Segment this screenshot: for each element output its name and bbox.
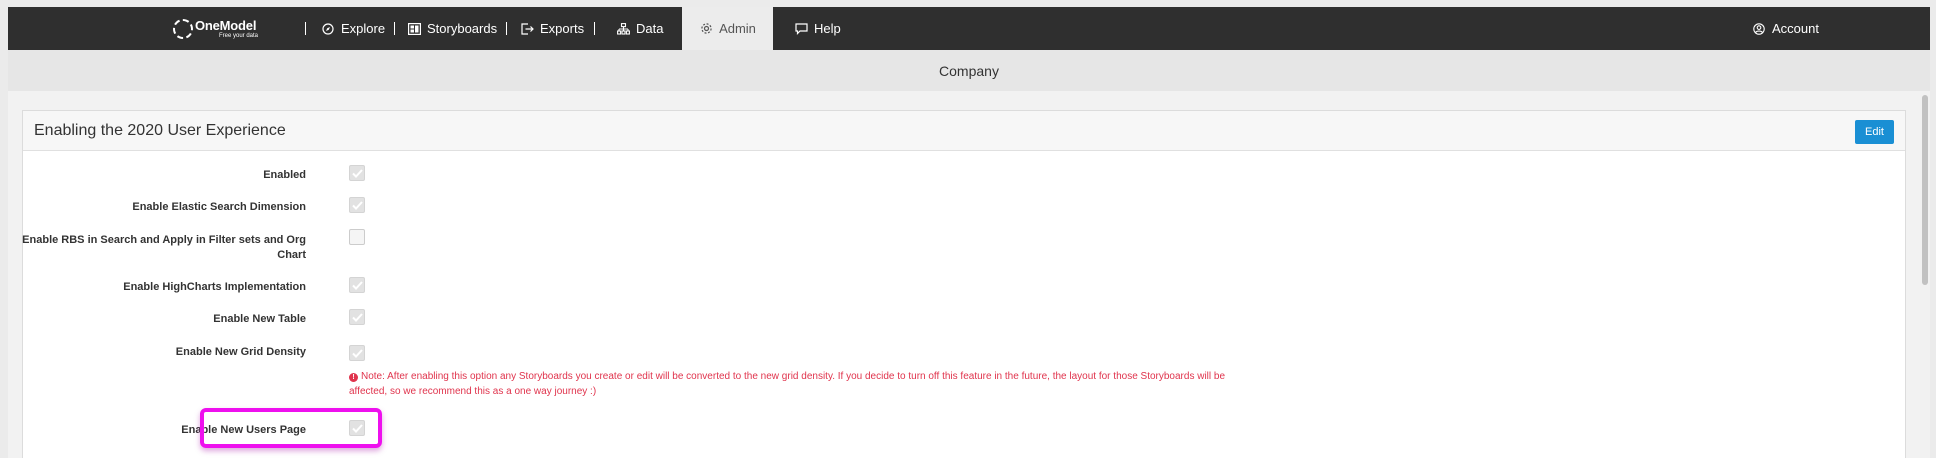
nav-explore[interactable]: Explore	[321, 7, 385, 50]
setting-label: Enable HighCharts Implementation	[123, 281, 306, 293]
nav-storyboards-label: Storyboards	[427, 21, 498, 36]
setting-label: Enable RBS in Search and Apply in Filter…	[22, 234, 306, 261]
grid-density-note-text: Note: After enabling this option any Sto…	[349, 371, 1226, 397]
nav-account[interactable]: Account	[1752, 7, 1819, 50]
nav-account-label: Account	[1772, 21, 1819, 36]
nav-separator	[506, 22, 507, 35]
nav-help-label: Help	[814, 21, 841, 36]
panel-header: Enabling the 2020 User Experience Edit	[23, 111, 1905, 151]
check-icon	[351, 280, 363, 290]
nav-storyboards[interactable]: Storyboards	[407, 7, 497, 50]
nav-explore-label: Explore	[341, 21, 386, 36]
info-icon: !	[349, 373, 358, 382]
sitemap-icon	[616, 22, 630, 36]
setting-label: Enable New Table	[213, 313, 306, 325]
nav-separator	[305, 22, 306, 35]
setting-label: Enable Elastic Search Dimension	[132, 201, 306, 213]
page-title-bar: Company	[8, 50, 1930, 91]
storyboard-icon	[407, 22, 421, 36]
export-icon	[520, 22, 534, 36]
nav-separator	[594, 22, 595, 35]
top-nav: OneModel Free your data Explore Storyboa…	[8, 7, 1930, 50]
user-circle-icon	[1752, 22, 1766, 36]
nav-admin-label: Admin	[719, 21, 756, 36]
scrollbar-thumb[interactable]	[1922, 95, 1928, 285]
setting-checkbox-rbs[interactable]	[349, 229, 365, 245]
logo-ring-icon	[173, 19, 193, 39]
check-icon	[351, 168, 363, 178]
check-icon	[351, 348, 363, 358]
grid-density-note: ! Note: After enabling this option any St…	[349, 369, 1249, 399]
nav-exports[interactable]: Exports	[520, 7, 584, 50]
app-window: OneModel Free your data Explore Storyboa…	[8, 7, 1930, 458]
setting-label: Enable New Grid Density	[175, 346, 306, 358]
nav-exports-label: Exports	[540, 21, 585, 36]
gear-icon	[699, 22, 713, 36]
nav-admin[interactable]: Admin	[682, 7, 773, 50]
setting-checkbox-elastic-search[interactable]	[349, 197, 365, 213]
highlight-box	[200, 408, 382, 448]
check-icon	[351, 312, 363, 322]
chat-icon	[794, 22, 808, 36]
logo-tagline: Free your data	[219, 33, 259, 39]
check-icon	[351, 200, 363, 210]
settings-panel: Enabling the 2020 User Experience Edit E…	[22, 110, 1906, 458]
edit-button[interactable]: Edit	[1855, 120, 1894, 144]
logo-name: OneModel	[195, 18, 257, 33]
panel-title: Enabling the 2020 User Experience	[34, 122, 286, 139]
compass-icon	[321, 22, 335, 36]
nav-data[interactable]: Data	[616, 7, 663, 50]
vertical-scrollbar[interactable]	[1920, 91, 1930, 458]
nav-data-label: Data	[636, 21, 664, 36]
setting-checkbox-new-table[interactable]	[349, 309, 365, 325]
main-content: Enabling the 2020 User Experience Edit E…	[8, 91, 1920, 458]
setting-label: Enabled	[263, 169, 306, 181]
nav-help[interactable]: Help	[794, 7, 841, 50]
setting-checkbox-grid-density[interactable]	[349, 345, 365, 361]
onemodel-logo[interactable]: OneModel Free your data	[173, 14, 258, 44]
setting-checkbox-enabled[interactable]	[349, 165, 365, 181]
setting-checkbox-highcharts[interactable]	[349, 277, 365, 293]
page-title: Company	[939, 62, 999, 79]
nav-separator	[394, 22, 395, 35]
